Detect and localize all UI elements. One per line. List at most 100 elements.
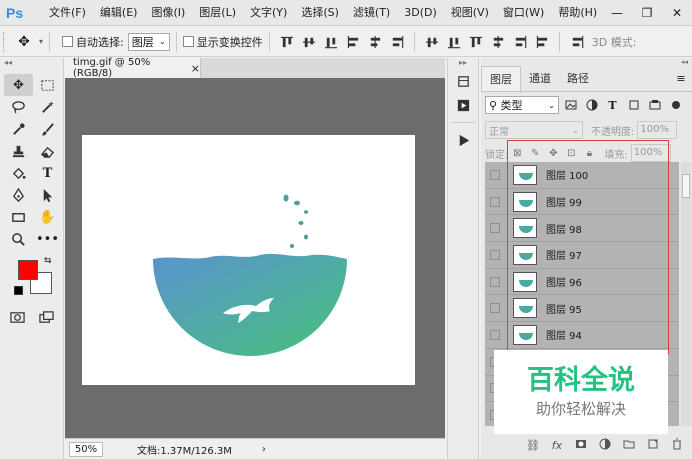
visibility-toggle[interactable] <box>485 215 505 241</box>
panel-collapse-grip[interactable]: ◂◂ <box>481 58 692 66</box>
document-canvas[interactable] <box>82 135 415 385</box>
brush-tool-icon[interactable] <box>33 118 62 140</box>
hand-tool-icon[interactable]: ✋ <box>33 206 62 228</box>
visibility-toggle[interactable] <box>485 189 505 215</box>
menu-item-5[interactable]: 选择(S) <box>294 0 346 26</box>
rectangle-tool-icon[interactable] <box>4 206 33 228</box>
filter-pixel-icon[interactable] <box>561 96 580 114</box>
paint-bucket-tool-icon[interactable] <box>4 162 33 184</box>
minimize-button[interactable]: — <box>602 0 632 26</box>
filter-shape-icon[interactable] <box>624 96 643 114</box>
align-left-icon[interactable] <box>342 32 364 52</box>
adjustment-layer-icon[interactable] <box>596 438 614 453</box>
dock-grip[interactable]: ▸▸ <box>448 58 478 68</box>
layer-effects-icon[interactable]: fx <box>548 439 566 452</box>
tab-paths[interactable]: 路径 <box>559 66 597 91</box>
panel-menu-icon[interactable]: ≡ <box>670 66 692 91</box>
distribute-hcenter-icon[interactable] <box>509 32 531 52</box>
filter-toggle-icon[interactable] <box>666 96 685 114</box>
zoom-field[interactable]: 50% <box>69 441 103 457</box>
layer-row[interactable]: 图层 96 <box>485 269 679 296</box>
lasso-tool-icon[interactable] <box>4 96 33 118</box>
filter-kind-dropdown[interactable]: ⚲ 类型 ⌄ <box>485 96 559 114</box>
play-icon[interactable] <box>449 129 477 151</box>
distribute-vcenter-icon[interactable] <box>443 32 465 52</box>
history-panel-icon[interactable] <box>449 70 477 92</box>
show-transform-checkbox[interactable] <box>182 36 194 47</box>
blend-mode-dropdown[interactable]: 正常 ⌄ <box>485 121 583 139</box>
eraser-tool-icon[interactable] <box>33 140 62 162</box>
new-group-icon[interactable] <box>620 438 638 453</box>
type-tool-icon[interactable]: T <box>33 162 62 184</box>
document-tab[interactable]: timg.gif @ 50%(RGB/8) × <box>65 57 201 79</box>
auto-select-checkbox[interactable] <box>62 36 74 47</box>
menu-item-1[interactable]: 编辑(E) <box>93 0 145 26</box>
foreground-color-swatch[interactable] <box>18 260 38 280</box>
menu-item-6[interactable]: 滤镜(T) <box>346 0 397 26</box>
align-right-icon[interactable] <box>386 32 408 52</box>
status-menu-arrow[interactable]: › <box>262 444 266 455</box>
layers-scrollbar[interactable] <box>681 162 691 426</box>
move-tool-preset-icon[interactable]: ✥ <box>9 34 39 50</box>
eyedropper-tool-icon[interactable] <box>4 118 33 140</box>
zoom-tool-icon[interactable] <box>4 228 33 250</box>
visibility-toggle[interactable] <box>485 322 505 348</box>
menu-item-7[interactable]: 3D(D) <box>397 0 444 26</box>
lock-artboard-icon[interactable]: ⊡ <box>562 148 580 159</box>
menu-item-10[interactable]: 帮助(H) <box>551 0 604 26</box>
fill-field[interactable]: 100% <box>630 144 671 162</box>
actions-panel-icon[interactable] <box>449 94 477 116</box>
filter-smart-object-icon[interactable] <box>645 96 664 114</box>
menu-item-0[interactable]: 文件(F) <box>42 0 93 26</box>
auto-align-icon[interactable] <box>566 32 588 52</box>
canvas-area[interactable] <box>65 78 445 438</box>
distribute-top-icon[interactable] <box>421 32 443 52</box>
visibility-toggle[interactable] <box>485 162 505 188</box>
filter-adjustment-icon[interactable] <box>582 96 601 114</box>
lock-transparent-icon[interactable]: ⊠ <box>508 148 526 159</box>
link-layers-icon[interactable]: ⛓ <box>524 439 542 452</box>
swap-colors-icon[interactable]: ⇆ <box>44 256 52 266</box>
auto-select-dropdown[interactable]: 图层 ⌄ <box>127 32 170 51</box>
menu-item-2[interactable]: 图像(I) <box>144 0 192 26</box>
menu-item-4[interactable]: 文字(Y) <box>243 0 294 26</box>
layer-row[interactable]: 图层 97 <box>485 242 679 269</box>
visibility-toggle[interactable] <box>485 269 505 295</box>
new-layer-icon[interactable] <box>644 438 662 453</box>
add-mask-icon[interactable] <box>572 438 590 453</box>
path-selection-tool-icon[interactable] <box>33 184 62 206</box>
lock-image-icon[interactable]: ✎ <box>526 148 544 159</box>
distribute-left-icon[interactable] <box>487 32 509 52</box>
move-tool-icon[interactable]: ✥ <box>4 74 33 96</box>
layers-scrollbar-thumb[interactable] <box>682 174 690 198</box>
close-button[interactable]: ✕ <box>662 0 692 26</box>
layer-row[interactable]: 图层 94 <box>485 322 679 349</box>
default-colors-icon[interactable] <box>14 286 23 295</box>
distribute-right-icon[interactable] <box>531 32 553 52</box>
restore-button[interactable]: ❐ <box>632 0 662 26</box>
align-top-icon[interactable] <box>276 32 298 52</box>
tab-layers[interactable]: 图层 <box>481 66 521 91</box>
more-tools-icon[interactable]: ••• <box>33 228 62 250</box>
layer-row[interactable]: 图层 95 <box>485 295 679 323</box>
menu-item-9[interactable]: 窗口(W) <box>496 0 551 26</box>
tab-channels[interactable]: 通道 <box>521 66 559 91</box>
align-hcenter-icon[interactable] <box>364 32 386 52</box>
menu-item-8[interactable]: 视图(V) <box>444 0 496 26</box>
trash-icon[interactable] <box>668 438 686 453</box>
magic-wand-tool-icon[interactable] <box>33 96 62 118</box>
menu-item-3[interactable]: 图层(L) <box>192 0 243 26</box>
screen-mode-icon[interactable] <box>39 310 54 325</box>
layer-row[interactable]: 图层 98 <box>485 215 679 243</box>
layer-row[interactable]: 图层 100 <box>485 162 679 189</box>
close-tab-icon[interactable]: × <box>191 62 200 75</box>
marquee-tool-icon[interactable] <box>33 74 62 96</box>
filter-type-icon[interactable]: T <box>603 96 622 114</box>
visibility-toggle[interactable] <box>485 295 505 321</box>
align-vcenter-icon[interactable] <box>298 32 320 52</box>
stamp-tool-icon[interactable] <box>4 140 33 162</box>
lock-position-icon[interactable]: ✥ <box>544 148 562 159</box>
pen-tool-icon[interactable] <box>4 184 33 206</box>
lock-all-icon[interactable]: 🔒︎ <box>580 148 598 159</box>
opacity-field[interactable]: 100% <box>637 121 678 139</box>
